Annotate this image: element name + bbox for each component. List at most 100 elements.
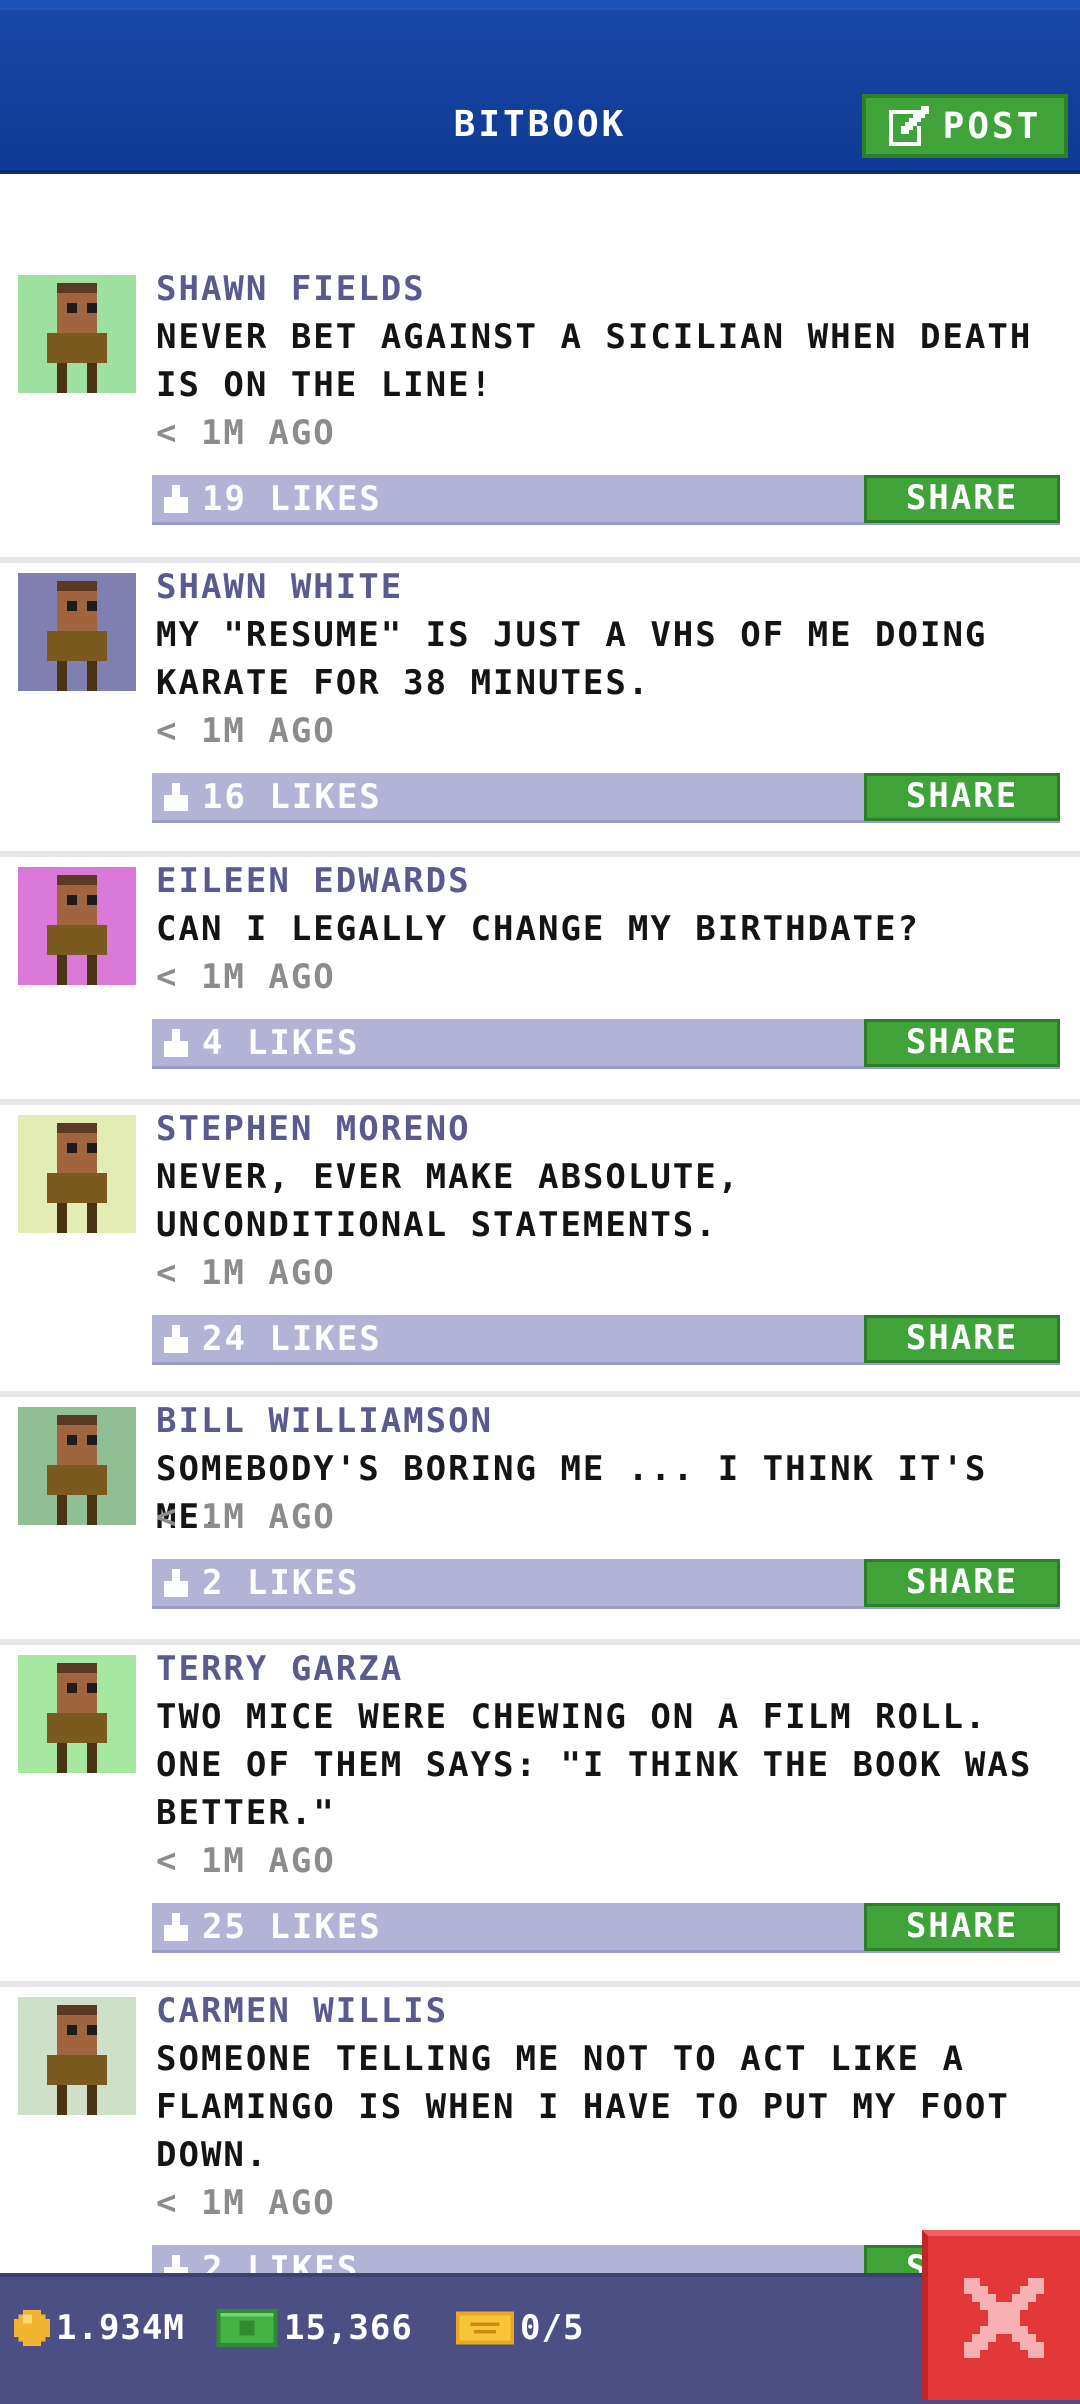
share-button[interactable]: SHARE — [864, 1019, 1060, 1067]
post-timestamp: < 1M AGO — [156, 1497, 336, 1537]
post-message: NEVER BET AGAINST A SICILIAN WHEN DEATH I… — [156, 313, 1064, 409]
likes-count: 16 LIKES — [202, 777, 382, 817]
avatar[interactable] — [18, 275, 136, 393]
post-message-line: SOMEBODY'S BORING ME ... I THINK IT'S ME… — [156, 1449, 988, 1537]
thumbs-up-icon[interactable] — [164, 485, 188, 513]
post-message-line: IS ON THE LINE! — [156, 365, 494, 405]
person-icon — [47, 1123, 107, 1233]
feed-post: SHAWN WHITE MY "RESUME" IS JUST A VHS OF … — [0, 557, 1080, 839]
post-message-line: BETTER." — [156, 1793, 336, 1833]
avatar[interactable] — [18, 1115, 136, 1233]
post-content: TERRY GARZA TWO MICE WERE CHEWING ON A FI… — [156, 1645, 1064, 1885]
post-message: SOMEONE TELLING ME NOT TO ACT LIKE A FLAM… — [156, 2035, 1064, 2179]
post-author[interactable]: BILL WILLIAMSON — [156, 1397, 1064, 1445]
post-author[interactable]: TERRY GARZA — [156, 1645, 1064, 1693]
post-timestamp: < 1M AGO — [156, 2183, 336, 2223]
coins-value: 1.934M — [56, 2308, 185, 2348]
likes-bar: 2 LIKES SHARE — [152, 1559, 1060, 1609]
post-content: SHAWN WHITE MY "RESUME" IS JUST A VHS OF … — [156, 563, 1064, 755]
post-timestamp: < 1M AGO — [156, 1841, 336, 1881]
post-timestamp: < 1M AGO — [156, 1253, 336, 1293]
close-button[interactable] — [922, 2230, 1080, 2400]
edit-icon — [888, 106, 929, 146]
likes-count: 2 LIKES — [202, 1563, 360, 1603]
feed-post: BILL WILLIAMSON SOMEBODY'S BORING ME ... … — [0, 1391, 1080, 1625]
person-icon — [47, 1415, 107, 1525]
share-button[interactable]: SHARE — [864, 1903, 1060, 1951]
post-message: NEVER, EVER MAKE ABSOLUTE, UNCONDITIONAL … — [156, 1153, 1064, 1249]
thumbs-up-icon[interactable] — [164, 1569, 188, 1597]
post-message-line: SOMEONE TELLING ME NOT TO ACT LIKE A — [156, 2039, 965, 2079]
coins-stat: 1.934M — [14, 2305, 185, 2351]
feed-post: TERRY GARZA TWO MICE WERE CHEWING ON A FI… — [0, 1639, 1080, 1969]
likes-bar: 4 LIKES SHARE — [152, 1019, 1060, 1069]
avatar[interactable] — [18, 1997, 136, 2115]
post-content: EILEEN EDWARDS CAN I LEGALLY CHANGE MY BI… — [156, 857, 1064, 1001]
tickets-value: 0/5 — [520, 2308, 585, 2348]
post-author[interactable]: SHAWN FIELDS — [156, 265, 1064, 313]
person-icon — [47, 283, 107, 393]
bottom-stats-bar: 1.934M 15,366 0/5 — [0, 2273, 1080, 2404]
app-header: BITBOOK POST — [0, 0, 1080, 174]
cash-icon — [216, 2309, 278, 2347]
post-message-line: NEVER, EVER MAKE ABSOLUTE, — [156, 1157, 741, 1197]
coin-icon — [14, 2310, 50, 2346]
cash-value: 15,366 — [284, 2308, 413, 2348]
tickets-stat: 0/5 — [456, 2305, 584, 2351]
likes-count: 4 LIKES — [202, 1023, 360, 1063]
likes-count: 24 LIKES — [202, 1319, 382, 1359]
person-icon — [47, 581, 107, 691]
post-content: STEPHEN MORENO NEVER, EVER MAKE ABSOLUTE,… — [156, 1105, 1064, 1297]
post-content: BILL WILLIAMSON SOMEBODY'S BORING ME ... … — [156, 1397, 1064, 1541]
post-content: SHAWN FIELDS NEVER BET AGAINST A SICILIAN… — [156, 265, 1064, 457]
avatar[interactable] — [18, 573, 136, 691]
ticket-icon — [456, 2311, 514, 2345]
likes-bar: 19 LIKES SHARE — [152, 475, 1060, 525]
share-button[interactable]: SHARE — [864, 1559, 1060, 1607]
post-message: CAN I LEGALLY CHANGE MY BIRTHDATE? — [156, 905, 1064, 953]
post-author[interactable]: SHAWN WHITE — [156, 563, 1064, 611]
thumbs-up-icon[interactable] — [164, 1325, 188, 1353]
post-message-line: DOWN. — [156, 2135, 269, 2175]
feed-post: EILEEN EDWARDS CAN I LEGALLY CHANGE MY BI… — [0, 851, 1080, 1085]
post-author[interactable]: STEPHEN MORENO — [156, 1105, 1064, 1153]
likes-count: 25 LIKES — [202, 1907, 382, 1947]
person-icon — [47, 875, 107, 985]
post-author[interactable]: CARMEN WILLIS — [156, 1987, 1064, 2035]
post-message-line: TWO MICE WERE CHEWING ON A FILM ROLL. — [156, 1697, 988, 1737]
avatar[interactable] — [18, 1407, 136, 1525]
thumbs-up-icon[interactable] — [164, 783, 188, 811]
post-timestamp: < 1M AGO — [156, 711, 336, 751]
post-message-line: CAN I LEGALLY CHANGE MY BIRTHDATE? — [156, 909, 920, 949]
feed-post: STEPHEN MORENO NEVER, EVER MAKE ABSOLUTE,… — [0, 1099, 1080, 1381]
post-message-line: FLAMINGO IS WHEN I HAVE TO PUT MY FOOT — [156, 2087, 1010, 2127]
post-message-line: ONE OF THEM SAYS: "I THINK THE BOOK WAS — [156, 1745, 1033, 1785]
person-icon — [47, 1663, 107, 1773]
avatar[interactable] — [18, 867, 136, 985]
thumbs-up-icon[interactable] — [164, 1029, 188, 1057]
post-message: SOMEBODY'S BORING ME ... I THINK IT'S ME… — [156, 1445, 1064, 1537]
share-button[interactable]: SHARE — [864, 475, 1060, 523]
post-message: MY "RESUME" IS JUST A VHS OF ME DOING KAR… — [156, 611, 1064, 707]
feed-post: CARMEN WILLIS SOMEONE TELLING ME NOT TO A… — [0, 1981, 1080, 2295]
share-button[interactable]: SHARE — [864, 1315, 1060, 1363]
likes-bar: 16 LIKES SHARE — [152, 773, 1060, 823]
likes-bar: 25 LIKES SHARE — [152, 1903, 1060, 1953]
close-icon — [964, 2278, 1044, 2358]
post-timestamp: < 1M AGO — [156, 957, 336, 997]
likes-count: 19 LIKES — [202, 479, 382, 519]
post-timestamp: < 1M AGO — [156, 413, 336, 453]
avatar[interactable] — [18, 1655, 136, 1773]
post-message: TWO MICE WERE CHEWING ON A FILM ROLL. ONE… — [156, 1693, 1064, 1837]
post-message-line: UNCONDITIONAL STATEMENTS. — [156, 1205, 718, 1245]
thumbs-up-icon[interactable] — [164, 1913, 188, 1941]
post-button[interactable]: POST — [862, 94, 1068, 158]
post-message-line: KARATE FOR 38 MINUTES. — [156, 663, 651, 703]
post-button-label: POST — [942, 105, 1042, 147]
post-message-line: NEVER BET AGAINST A SICILIAN WHEN DEATH — [156, 317, 1033, 357]
likes-bar: 24 LIKES SHARE — [152, 1315, 1060, 1365]
share-button[interactable]: SHARE — [864, 773, 1060, 821]
post-author[interactable]: EILEEN EDWARDS — [156, 857, 1064, 905]
person-icon — [47, 2005, 107, 2115]
post-content: CARMEN WILLIS SOMEONE TELLING ME NOT TO A… — [156, 1987, 1064, 2227]
